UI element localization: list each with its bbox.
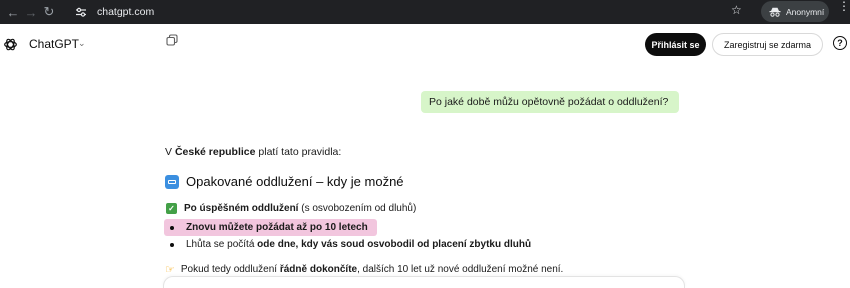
point-bold: řádně dokončíte (279, 264, 358, 275)
bullet-dot (170, 242, 174, 247)
address-bar[interactable]: chatgpt.com (74, 3, 750, 21)
incognito-badge[interactable]: Anonymní (761, 1, 829, 22)
list-item-highlight: Znovu můžete požádat až po 10 letech (164, 219, 377, 236)
reload-icon[interactable]: ↻ (40, 3, 58, 21)
model-selector[interactable]: ChatGPT (29, 37, 79, 51)
conclusion-text: Pokud tedy oddlužení řádně dokončíte, da… (181, 264, 563, 275)
answer-conclusion: ☞ Pokud tedy oddlužení řádně dokončíte, … (165, 263, 563, 276)
pointing-hand-icon: ☞ (165, 264, 175, 276)
copy-icon[interactable] (166, 34, 178, 46)
forward-icon[interactable]: → (22, 3, 40, 21)
answer-intro: V České republice platí tato pravidla: (165, 146, 341, 158)
bullet-bold: ode dne, kdy vás soud osvobodil od place… (257, 239, 532, 250)
highlight-text: Znovu můžete požádat až po 10 letech (186, 222, 368, 233)
profile-label: Anonymní (786, 6, 825, 17)
help-icon[interactable]: ? (833, 36, 847, 50)
list-item-check: ✓ Po úspěšném oddlužení (s osvobozením o… (166, 203, 416, 214)
intro-bold: České republice (174, 146, 256, 158)
bullet-text: Lhůta se počítá ode dne, kdy vás soud os… (186, 239, 531, 250)
openai-logo-icon[interactable] (3, 37, 18, 52)
star-icon[interactable]: ☆ (731, 3, 742, 17)
bullet-dot (170, 225, 174, 230)
heading-text: Opakované oddlužení – kdy je možné (186, 174, 404, 189)
tune-icon[interactable] (74, 5, 88, 19)
message-composer[interactable] (163, 276, 685, 288)
signup-button[interactable]: Zaregistruj se zdarma (712, 33, 823, 56)
chevron-down-icon[interactable]: ⌄ (78, 38, 86, 49)
back-icon[interactable]: ← (4, 3, 22, 21)
check-rest: (s osvobozením od dluhů) (301, 203, 417, 214)
list-item-bullet: Lhůta se počítá ode dne, kdy vás soud os… (170, 239, 531, 250)
check-mark-icon: ✓ (166, 203, 177, 214)
check-bold: Po úspěšném oddlužení (184, 203, 299, 214)
bullet-prefix: Lhůta se počítá (186, 239, 255, 250)
more-vert-icon[interactable]: ⋮ (838, 0, 850, 12)
user-message: Po jaké době můžu opětovně požádat o odd… (421, 91, 679, 113)
intro-suffix: platí tato pravidla: (258, 146, 342, 158)
login-button[interactable]: Přihlásit se (645, 33, 706, 56)
point-suffix: , dalších 10 let už nové oddlužení možné… (357, 264, 564, 275)
incognito-icon (769, 7, 781, 17)
url-text: chatgpt.com (97, 6, 155, 18)
intro-prefix: V (165, 146, 173, 158)
answer-heading: Opakované oddlužení – kdy je možné (165, 174, 404, 189)
check-text: Po úspěšném oddlužení (s osvobozením od … (184, 203, 416, 214)
browser-toolbar: ← → ↻ chatgpt.com ☆ Anonymní ⋮ (0, 0, 850, 24)
window-icon (165, 174, 179, 189)
point-prefix: Pokud tedy oddlužení (180, 264, 278, 275)
